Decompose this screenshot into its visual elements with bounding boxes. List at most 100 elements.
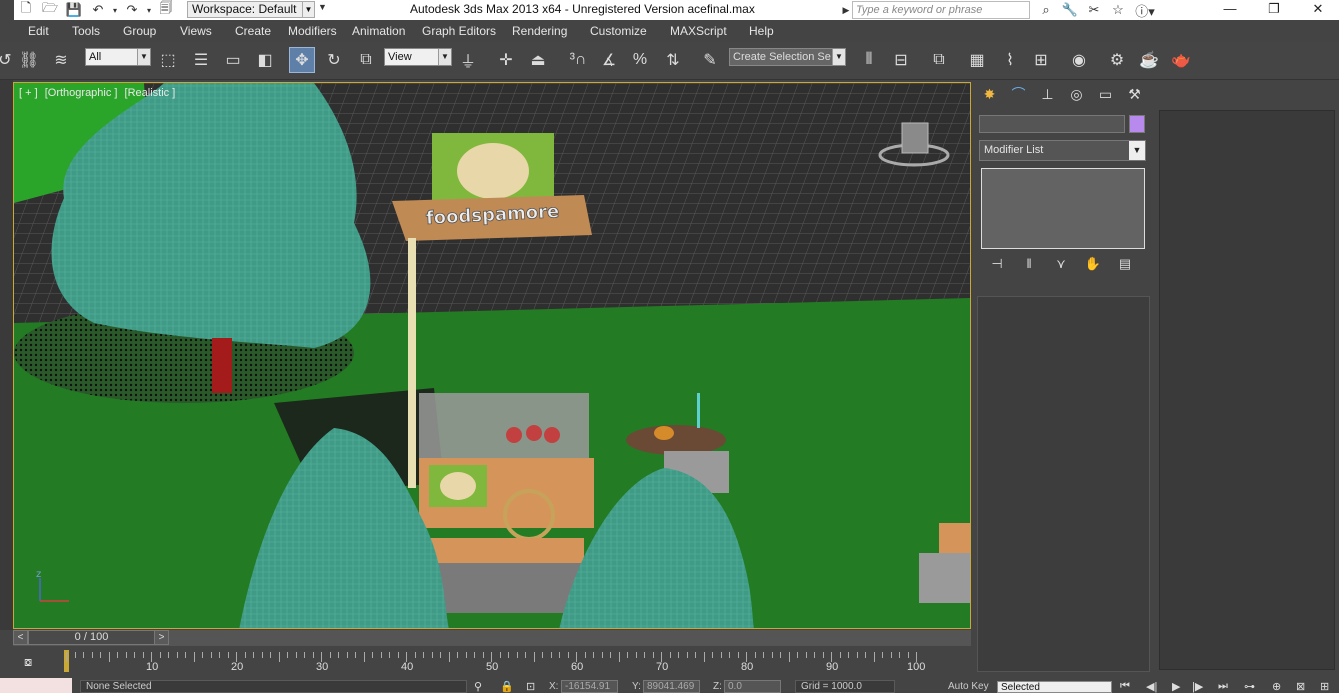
layer-manager-icon[interactable]: ⧉ (926, 47, 952, 73)
select-and-rotate-icon[interactable]: ↻ (321, 47, 347, 73)
workspace-dropdown[interactable]: Workspace: Default ▼ (187, 1, 315, 18)
viewport-orthographic[interactable]: foodspamore z [ + ] [Orthographic] [Rea… (13, 82, 971, 629)
key-mode-icon[interactable]: ⊶ (1244, 680, 1255, 693)
next-frame-icon[interactable]: |▶ (1192, 680, 1203, 693)
communication-center-icon[interactable]: ✂ (1082, 2, 1106, 18)
redo-dropdown-icon[interactable]: ▾ (144, 1, 154, 19)
display-tab-icon[interactable]: ▭ (1091, 82, 1120, 106)
reference-coordinate-dropdown[interactable]: View ▼ (384, 48, 452, 66)
maximize-viewport-icon[interactable]: ⊞ (1320, 680, 1329, 693)
bind-space-warp-icon[interactable]: ≋ (48, 47, 74, 73)
render-setup-icon[interactable]: ⚙ (1104, 47, 1130, 73)
modify-tab-icon[interactable]: ⌒ (1004, 82, 1033, 106)
close-icon[interactable]: ✕ (1296, 0, 1339, 20)
open-mini-curve-editor-icon[interactable]: ⧇ (24, 654, 44, 670)
snaps-toggle-icon[interactable]: ³∩ (565, 47, 591, 73)
menu-maxscript[interactable]: MAXScript (670, 24, 727, 38)
modifier-list-dropdown[interactable]: Modifier List ▼ (979, 140, 1146, 161)
motion-tab-icon[interactable]: ◎ (1062, 82, 1091, 106)
material-editor-icon[interactable]: ◉ (1066, 47, 1092, 73)
y-coord-field[interactable]: 89041.469 (643, 680, 700, 693)
viewport-scene[interactable]: foodspamore z (14, 83, 971, 629)
pin-stack-icon[interactable]: ⊣ (981, 256, 1013, 276)
selection-filter-dropdown[interactable]: All ▼ (85, 48, 151, 66)
menu-rendering[interactable]: Rendering (512, 24, 567, 38)
favorites-star-icon[interactable]: ☆ (1106, 2, 1130, 18)
menu-graph-editors[interactable]: Graph Editors (422, 24, 496, 38)
help-icon[interactable]: ⓘ▾ (1130, 1, 1160, 20)
percent-snap-icon[interactable]: % (627, 47, 653, 73)
minimize-icon[interactable]: — (1208, 0, 1252, 20)
workspace-extra-dropdown-icon[interactable]: ▼ (318, 2, 327, 12)
time-slider-prev-button[interactable]: < (13, 630, 28, 645)
object-name-field[interactable] (979, 115, 1125, 133)
select-and-link-icon[interactable]: ⛓ (16, 47, 42, 73)
make-unique-icon[interactable]: ⋎ (1045, 256, 1077, 276)
z-coord-field[interactable]: 0.0 (724, 680, 781, 693)
menu-tools[interactable]: Tools (72, 24, 100, 38)
selection-lock-icon[interactable]: 🔒 (500, 680, 514, 693)
graphite-modeling-icon[interactable]: ▦ (964, 47, 990, 73)
open-file-icon[interactable]: 🗁 (38, 0, 62, 19)
subscription-icon[interactable]: 🔧 (1058, 2, 1082, 18)
project-folder-icon[interactable]: 🗐 (154, 0, 178, 19)
go-to-start-icon[interactable]: ⏮ (1120, 680, 1130, 693)
track-bar[interactable]: ⧇ 10 20 30 40 50 60 70 80 90 100 (0, 648, 975, 678)
rendered-frame-window-icon[interactable]: ☕ (1136, 47, 1162, 73)
menu-create[interactable]: Create (235, 24, 271, 38)
field-of-view-icon[interactable]: ⊠ (1296, 680, 1305, 693)
angle-snap-icon[interactable]: ∡ (596, 47, 622, 73)
rectangular-selection-icon[interactable]: ▭ (220, 47, 246, 73)
isolate-selection-icon[interactable]: ⚲ (474, 680, 482, 693)
viewport-general-menu[interactable]: [ + ] (19, 87, 38, 99)
x-coord-field[interactable]: -16154.91 (561, 680, 618, 693)
save-file-icon[interactable]: 💾 (62, 1, 86, 19)
create-tab-icon[interactable]: ✸ (975, 82, 1004, 106)
time-slider[interactable]: < 0 / 100 > (13, 630, 971, 646)
time-slider-thumb[interactable]: 0 / 100 (28, 630, 155, 645)
menu-group[interactable]: Group (123, 24, 156, 38)
search-input[interactable]: Type a keyword or phrase (852, 1, 1030, 19)
object-color-swatch[interactable] (1129, 115, 1145, 133)
menu-animation[interactable]: Animation (352, 24, 405, 38)
time-slider-next-button[interactable]: > (154, 630, 169, 645)
select-object-icon[interactable]: ⬚ (155, 47, 181, 73)
viewport-point-of-view-menu[interactable]: [Orthographic ] (45, 87, 118, 99)
hierarchy-tab-icon[interactable]: ⊥ (1033, 82, 1062, 106)
search-expand-icon[interactable]: ▶ (840, 1, 852, 19)
show-end-result-icon[interactable]: ‖ (1013, 256, 1045, 276)
viewport-shading-menu[interactable]: [Realistic ] (125, 87, 176, 99)
curve-editor-icon[interactable]: ⌇ (997, 47, 1023, 73)
select-manipulate-icon[interactable]: ✛ (493, 47, 519, 73)
redo-icon[interactable]: ↷ (120, 1, 144, 19)
auto-key-button[interactable]: Auto Key (948, 681, 989, 692)
new-file-icon[interactable]: 🗋 (14, 0, 38, 19)
restore-icon[interactable]: ❐ (1252, 0, 1296, 20)
absolute-mode-icon[interactable]: ⊡ (526, 680, 535, 693)
utilities-tab-icon[interactable]: ⚒ (1120, 82, 1149, 106)
window-crossing-icon[interactable]: ◧ (252, 47, 278, 73)
go-to-end-icon[interactable]: ⏭ (1218, 680, 1228, 693)
select-and-move-icon[interactable]: ✥ (289, 47, 315, 73)
app-menu-icon[interactable] (0, 0, 14, 20)
undo-icon[interactable]: ↶ (86, 1, 110, 19)
viewcube[interactable] (901, 122, 929, 154)
select-by-name-icon[interactable]: ☰ (188, 47, 214, 73)
modifier-stack[interactable] (981, 168, 1145, 249)
menu-views[interactable]: Views (180, 24, 212, 38)
menu-help[interactable]: Help (749, 24, 774, 38)
pivot-center-icon[interactable]: ⏚ (455, 47, 481, 73)
undo-dropdown-icon[interactable]: ▾ (110, 1, 120, 19)
maxscript-listener-mini[interactable] (0, 678, 72, 693)
previous-frame-icon[interactable]: ◀| (1146, 680, 1157, 693)
remove-modifier-icon[interactable]: ✋ (1077, 256, 1109, 276)
mirror-icon[interactable]: ⫴ (856, 47, 882, 73)
menu-customize[interactable]: Customize (590, 24, 647, 38)
schematic-view-icon[interactable]: ⊞ (1028, 47, 1054, 73)
edit-named-selection-icon[interactable]: ✎ (697, 47, 723, 73)
play-icon[interactable]: ▶ (1172, 680, 1180, 693)
select-and-scale-icon[interactable]: ⧉ (353, 47, 379, 73)
zoom-extents-icon[interactable]: ⊕ (1272, 680, 1281, 693)
align-icon[interactable]: ⊟ (888, 47, 914, 73)
render-production-icon[interactable]: 🫖 (1168, 47, 1194, 73)
